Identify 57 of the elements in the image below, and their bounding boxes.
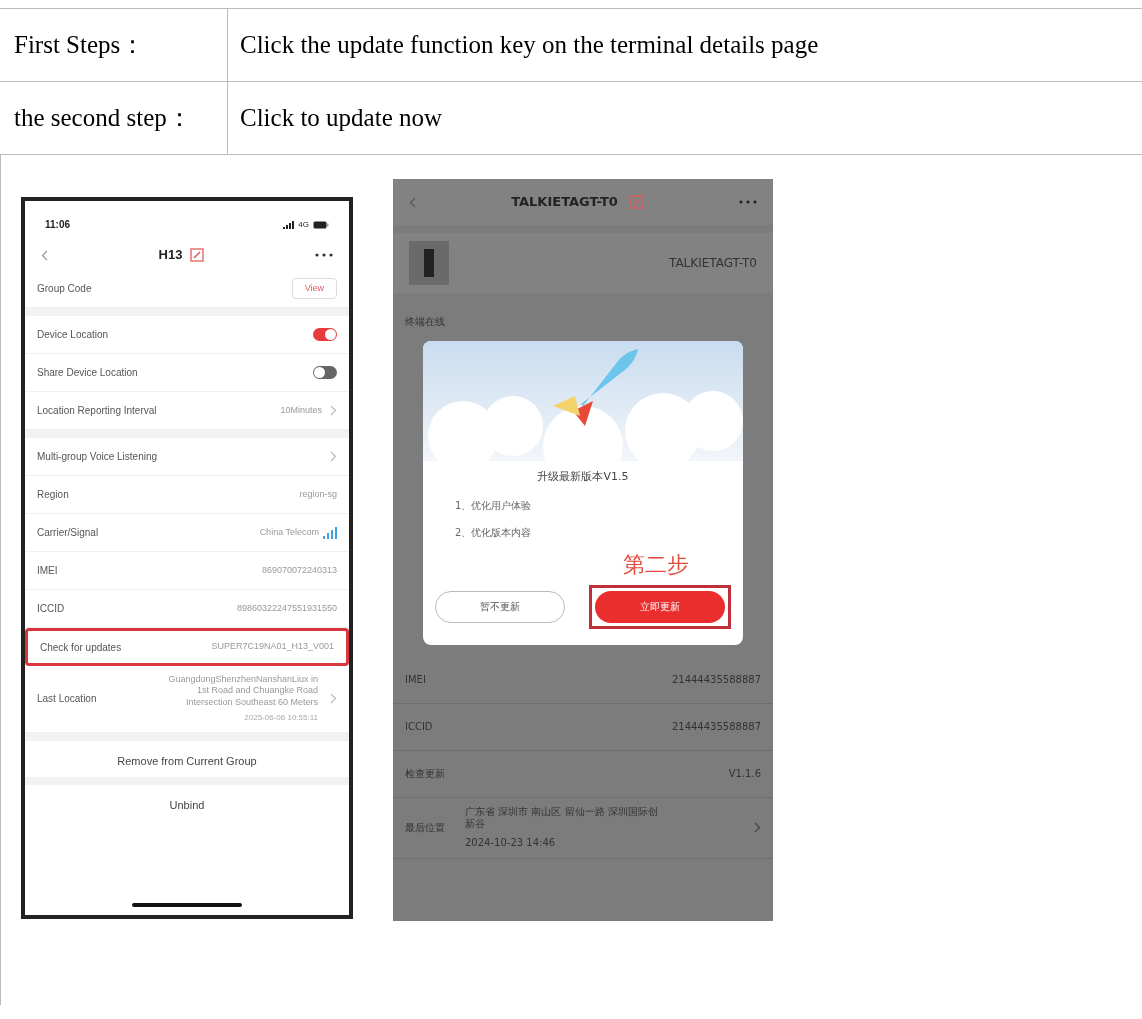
step-text: Click to update now [240, 104, 443, 131]
battery-icon [313, 220, 329, 229]
dialog-note: 2、优化版本内容 [454, 525, 533, 540]
view-button[interactable]: View [291, 277, 337, 300]
toggle-switch[interactable] [313, 366, 337, 379]
setting-value: China Telecom [259, 525, 319, 539]
setting-label: 检查更新 [405, 767, 445, 781]
action-button[interactable]: Remove from Current Group [25, 732, 349, 777]
device-name: TALKIETAGT-T0 [669, 255, 757, 272]
edit-icon[interactable] [190, 248, 205, 262]
setting-label: Last Location [37, 692, 97, 707]
setting-label: Group Code [37, 282, 92, 296]
setting-label: Device Location [37, 328, 109, 342]
device-photo-placeholder [409, 241, 449, 285]
setting-value: 21444435588887 [671, 720, 761, 734]
setting-label: IMEI [37, 564, 58, 578]
location-time: 2024-10-23 14:46 [465, 835, 557, 850]
step-label: the second step： [14, 104, 192, 131]
setting-value: region-sg [299, 487, 337, 501]
action-button[interactable]: Unbind [25, 776, 349, 821]
setting-value: 10Minutes [280, 403, 322, 417]
setting-label: IMEI [405, 673, 426, 687]
setting-label: ICCID [37, 602, 65, 616]
setting-label: ICCID [405, 720, 433, 734]
step-text: Click the update function key on the terminal details page [240, 31, 819, 58]
back-icon[interactable] [41, 249, 48, 261]
setting-value: 21444435588887 [671, 673, 761, 687]
chevron-right-icon [330, 693, 337, 705]
screen-title: H13 [158, 246, 183, 265]
location-address: GuangdongShenzhenNanshanLiux in 1st Road and Chuangke Road Intersection Southeast 60 Meters [168, 674, 318, 708]
dialog-note: 1、优化用户体验 [454, 498, 533, 513]
update-now-button[interactable]: 立即更新 [595, 590, 725, 623]
location-time: 2025-06-06 10:55:11 [244, 711, 318, 724]
step-label: First Steps： [14, 31, 146, 58]
setting-label: Check for updates [40, 640, 122, 655]
setting-value: 869070072240313 [261, 563, 337, 577]
setting-label: Share Device Location [37, 366, 138, 380]
signal-icon [283, 220, 295, 229]
screen-title: TALKIETAGT-T0 [511, 193, 618, 212]
dialog-title: 升级最新版本V1.5 [536, 469, 630, 485]
step-title: 第二步 [623, 550, 689, 579]
setting-value: SUPER7C19NA01_H13_V001 [211, 640, 334, 654]
status-time: 11:06 [45, 218, 71, 232]
setting-label: Carrier/Signal [37, 526, 99, 540]
chevron-right-icon [754, 822, 761, 833]
setting-value: V1.1.6 [728, 767, 761, 781]
more-icon[interactable] [315, 253, 333, 257]
chevron-right-icon [330, 405, 337, 416]
setting-value: 89860322247551931550 [236, 601, 337, 615]
status-label: 终端在线 [405, 314, 445, 329]
setting-label: Region [37, 488, 69, 502]
chevron-right-icon [330, 451, 337, 462]
setting-label: Location Reporting Interval [37, 404, 157, 418]
setting-label: Multi-group Voice Listening [37, 450, 158, 464]
toggle-switch[interactable] [313, 328, 337, 341]
network-label: 4G [298, 218, 309, 231]
signal-icon [323, 526, 337, 539]
